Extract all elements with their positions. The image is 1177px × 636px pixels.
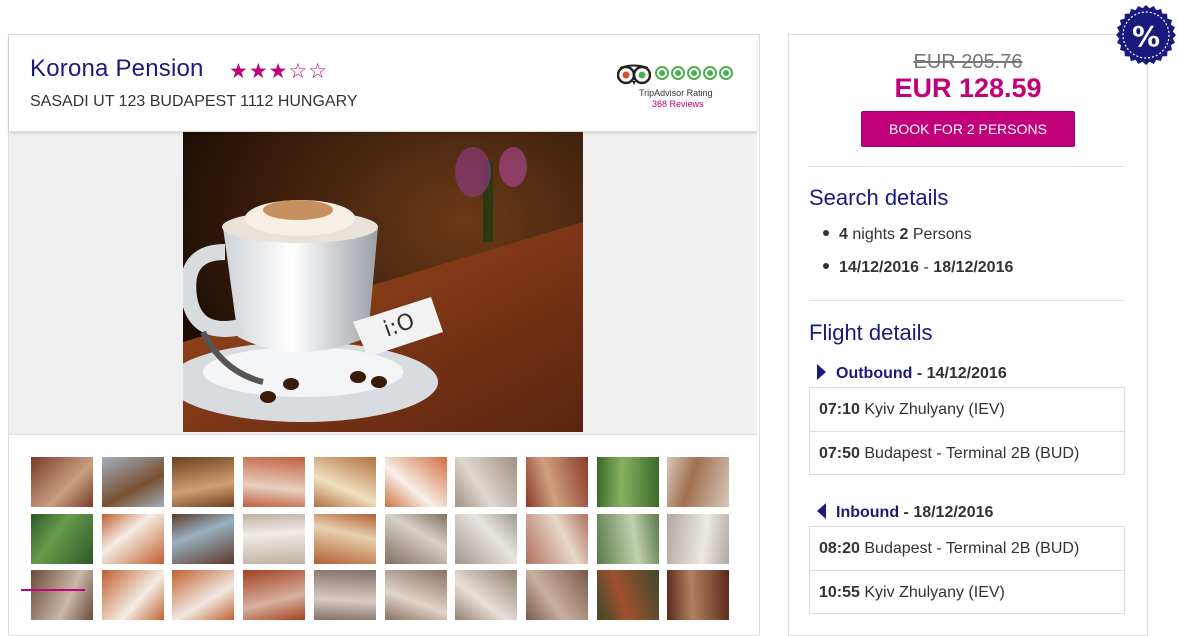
date-to: 18/12/2016 <box>933 259 1014 276</box>
gallery-thumbnail[interactable] <box>313 457 376 507</box>
flight-time: 07:50 <box>819 445 860 462</box>
outbound-label: Outbound <box>836 365 913 382</box>
flight-segment-row: 10:55 Kyiv Zhulyany (IEV) <box>810 570 1124 614</box>
flight-segment-row: 08:20 Budapest - Terminal 2B (BUD) <box>810 527 1124 570</box>
gallery-thumbnail[interactable] <box>525 570 588 620</box>
thumbnail-gallery <box>9 434 757 635</box>
persons-count: 2 <box>899 226 909 243</box>
gallery-thumbnail[interactable] <box>384 513 447 564</box>
gallery-thumbnail[interactable] <box>384 570 447 620</box>
gallery-thumbnail[interactable] <box>596 570 659 620</box>
flight-segment-row: 07:10 Kyiv Zhulyany (IEV) <box>810 388 1124 431</box>
gallery-thumbnail[interactable] <box>31 570 93 620</box>
hotel-name: Korona Pension <box>30 55 204 82</box>
triangle-left-icon <box>817 502 826 519</box>
outbound-date: - 14/12/2016 <box>912 365 1007 382</box>
persons-label: Persons <box>912 226 972 243</box>
discount-badge-icon: % <box>1116 5 1176 65</box>
nights-count: 4 <box>839 226 848 243</box>
flight-place: Kyiv Zhulyany (IEV) <box>864 401 1005 418</box>
gallery-thumbnail[interactable] <box>596 457 659 507</box>
booking-panel: EUR 205.76 EUR 128.59 BOOK FOR 2 PERSONS… <box>788 34 1148 636</box>
tripadvisor-owl-icon <box>617 64 651 85</box>
coffee-cup-photo: i:O <box>183 132 583 432</box>
gallery-thumbnail[interactable] <box>525 457 588 507</box>
flight-time: 08:20 <box>819 540 860 557</box>
discount-symbol: % <box>1132 20 1160 53</box>
inbound-flight-box: 08:20 Budapest - Terminal 2B (BUD) 10:55… <box>809 526 1125 614</box>
rating-bubble-icon <box>687 66 701 80</box>
divider <box>809 166 1125 167</box>
gallery-thumbnail[interactable] <box>313 570 376 620</box>
new-price: EUR 128.59 <box>894 73 1042 103</box>
stars-empty: ☆☆ <box>288 60 329 83</box>
old-price: EUR 205.76 <box>913 51 1023 73</box>
date-from: 14/12/2016 <box>839 259 920 276</box>
flight-time: 07:10 <box>819 401 860 418</box>
inbound-label: Inbound <box>836 504 900 521</box>
hotel-address: SASADI UT 123 BUDAPEST 1112 HUNGARY <box>30 93 358 110</box>
tripadvisor-label: TripAdvisor Rating <box>639 88 713 98</box>
search-nights-persons: 4 nights 2 Persons <box>823 226 972 244</box>
bullet-icon <box>823 229 829 236</box>
rating-bubble-icon <box>703 66 717 80</box>
main-hotel-photo[interactable]: i:O <box>183 132 583 432</box>
gallery-thumbnail[interactable] <box>667 570 730 620</box>
gallery-thumbnail[interactable] <box>525 513 588 564</box>
gallery-thumbnail[interactable] <box>172 570 235 620</box>
flight-place: Budapest - Terminal 2B (BUD) <box>864 540 1080 557</box>
rating-bubble-icon <box>719 66 733 80</box>
gallery-thumbnail[interactable] <box>172 513 235 564</box>
gallery-thumbnail[interactable] <box>243 513 306 564</box>
tripadvisor-bubbles <box>655 66 733 80</box>
flight-place: Kyiv Zhulyany (IEV) <box>864 584 1005 601</box>
gallery-thumbnail[interactable] <box>455 457 518 507</box>
gallery-thumbnail[interactable] <box>667 513 730 564</box>
gallery-thumbnail[interactable] <box>667 457 730 507</box>
gallery-thumbnail[interactable] <box>31 513 93 564</box>
flight-details-title: Flight details <box>809 320 933 345</box>
gallery-thumbnail[interactable] <box>243 457 306 507</box>
gallery-thumbnail[interactable] <box>101 513 164 564</box>
gallery-thumbnail[interactable] <box>596 513 659 564</box>
search-dates: 14/12/2016 - 18/12/2016 <box>823 259 1013 277</box>
tripadvisor-reviews-link[interactable]: 368 Reviews <box>652 99 704 109</box>
gallery-thumbnail[interactable] <box>455 513 518 564</box>
gallery-thumbnail[interactable] <box>455 570 518 620</box>
gallery-thumbnail[interactable] <box>313 513 376 564</box>
gallery-thumbnail[interactable] <box>31 457 93 507</box>
selected-thumbnail-indicator <box>21 589 85 591</box>
gallery-thumbnail[interactable] <box>101 457 164 507</box>
flight-segment-row: 07:50 Budapest - Terminal 2B (BUD) <box>810 431 1124 475</box>
gallery-thumbnail[interactable] <box>101 570 164 620</box>
flight-place: Budapest - Terminal 2B (BUD) <box>864 445 1080 462</box>
gallery-thumbnail[interactable] <box>243 570 306 620</box>
triangle-right-icon <box>817 363 826 380</box>
rating-bubble-icon <box>655 66 669 80</box>
star-rating: ★★★☆☆ <box>229 59 328 84</box>
tripadvisor-rating[interactable]: TripAdvisor Rating 368 Reviews <box>617 64 745 114</box>
outbound-flight-box: 07:10 Kyiv Zhulyany (IEV) 07:50 Budapest… <box>809 387 1125 475</box>
bullet-icon <box>823 262 829 269</box>
hotel-panel: Korona Pension ★★★☆☆ SASADI UT 123 BUDAP… <box>8 34 760 636</box>
nights-label: nights <box>852 226 896 243</box>
flight-time: 10:55 <box>819 584 860 601</box>
book-button[interactable]: BOOK FOR 2 PERSONS <box>861 111 1075 147</box>
stars-filled: ★★★ <box>229 60 289 83</box>
main-photo-area: i:O <box>9 132 757 434</box>
inbound-date: - 18/12/2016 <box>899 504 994 521</box>
divider <box>809 300 1125 301</box>
date-separator: - <box>919 259 934 276</box>
outbound-header: Outbound - 14/12/2016 <box>817 363 1007 383</box>
search-details-title: Search details <box>809 185 949 210</box>
gallery-thumbnail[interactable] <box>172 457 235 507</box>
rating-bubble-icon <box>671 66 685 80</box>
inbound-header: Inbound - 18/12/2016 <box>817 502 994 522</box>
gallery-thumbnail[interactable] <box>384 457 447 507</box>
hotel-header: Korona Pension ★★★☆☆ SASADI UT 123 BUDAP… <box>9 35 757 132</box>
